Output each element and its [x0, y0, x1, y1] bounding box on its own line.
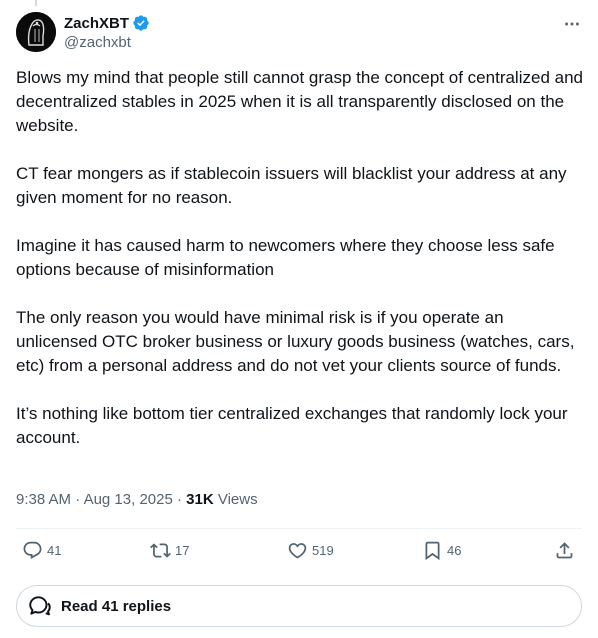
author-handle[interactable]: @zachxbt [64, 34, 150, 51]
tweet-time[interactable]: 9:38 AM [16, 491, 71, 508]
bookmark-button[interactable]: 46 [422, 540, 461, 561]
views-count: 31K [186, 491, 214, 508]
repost-count: 17 [175, 543, 190, 558]
tweet-paragraph: Blows my mind that people still cannot g… [16, 68, 583, 135]
thread-line [35, 0, 37, 6]
author-display-name[interactable]: ZachXBT [64, 15, 129, 32]
more-icon[interactable] [562, 14, 582, 34]
tweet-date[interactable]: Aug 13, 2025 [84, 491, 173, 508]
author-block: ZachXBT @zachxbt [64, 13, 150, 51]
reply-count: 41 [47, 543, 62, 558]
like-icon [288, 543, 307, 559]
tweet-paragraph: CT fear mongers as if stablecoin issuers… [16, 164, 567, 207]
meta-separator: · [75, 491, 84, 508]
speech-bubbles-icon [29, 596, 51, 616]
repost-icon [150, 543, 171, 558]
tweet-text: Blows my mind that people still cannot g… [16, 66, 586, 474]
repost-button[interactable]: 17 [150, 540, 189, 561]
avatar-image [16, 12, 56, 52]
verified-badge-icon [132, 14, 150, 32]
meta-separator: · [176, 491, 187, 508]
reply-button[interactable]: 41 [22, 540, 61, 561]
read-replies-label: Read 41 replies [61, 597, 172, 615]
read-replies-button[interactable]: Read 41 replies [16, 585, 582, 627]
tweet-paragraph: Imagine it has caused harm to newcomers … [16, 236, 555, 279]
tweet-paragraph: The only reason you would have minimal r… [16, 308, 575, 375]
share-icon [556, 542, 573, 559]
actions-divider [16, 528, 582, 529]
reply-icon [23, 541, 42, 559]
tweet-header: ZachXBT @zachxbt [16, 12, 582, 56]
like-count: 519 [312, 543, 334, 558]
like-button[interactable]: 519 [287, 540, 334, 561]
action-bar: 41 17 519 46 [16, 540, 582, 566]
tweet-meta: 9:38 AM · Aug 13, 2025 · 31K Views [16, 490, 258, 510]
avatar[interactable] [16, 12, 56, 52]
views-label: Views [217, 491, 258, 508]
share-button[interactable] [554, 540, 575, 561]
tweet-paragraph: It’s nothing like bottom tier centralize… [16, 404, 568, 447]
bookmark-icon [425, 541, 440, 561]
bookmark-count: 46 [447, 543, 462, 558]
